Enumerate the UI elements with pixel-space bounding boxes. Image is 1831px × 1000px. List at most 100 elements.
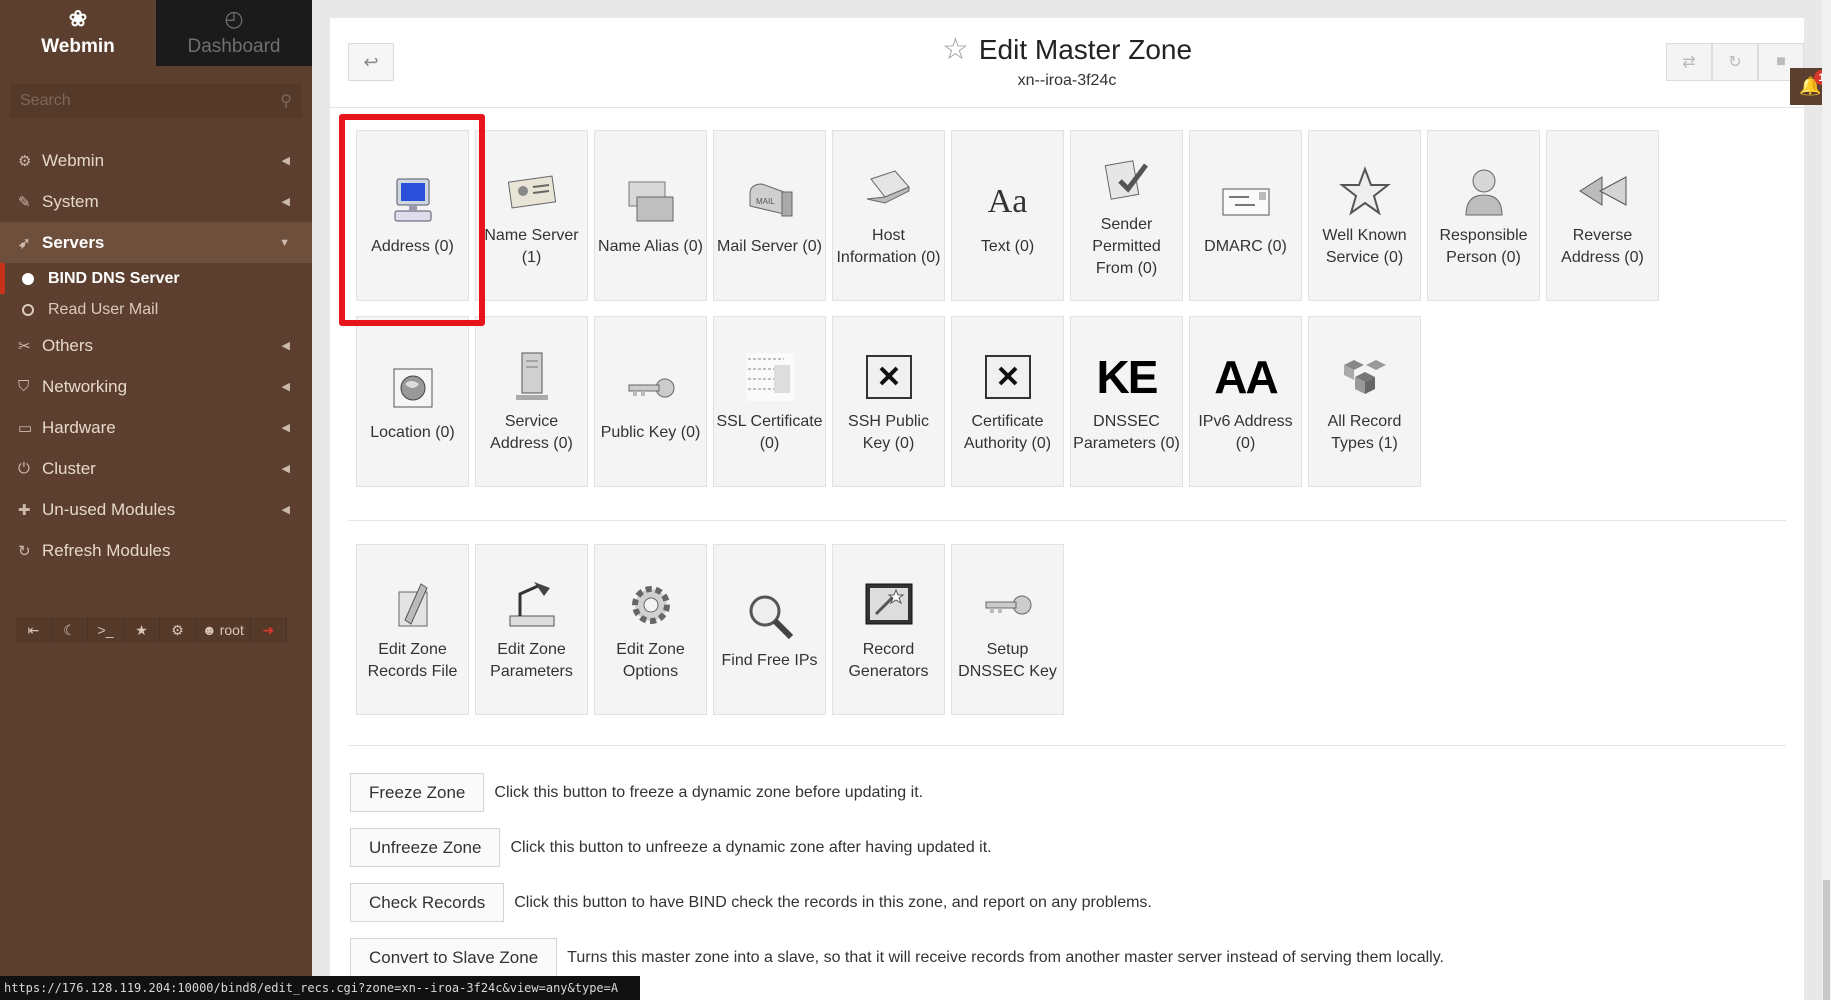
action-description: Click this button to freeze a dynamic zo… [494, 783, 924, 801]
sidebar-subitem-bind-dns[interactable]: BIND DNS Server [0, 263, 312, 294]
sidebar-item-label: Un-used Modules [42, 499, 176, 519]
sidebar-item-refresh-modules[interactable]: ↻ Refresh Modules [0, 530, 312, 571]
sidebar-item-cluster[interactable]: ⏻ Cluster ◀ [0, 448, 312, 489]
tile-ssl-certificate[interactable]: SSL Certificate (0) [713, 316, 826, 487]
webmin-logo-icon: ❀ [68, 6, 88, 31]
divider [348, 520, 1786, 521]
tile-label: DMARC (0) [1204, 237, 1287, 255]
tab-dashboard[interactable]: ◴ Dashboard [156, 0, 312, 66]
sidebar-item-label: Webmin [42, 150, 105, 170]
sidebar-item-webmin[interactable]: ⚙ Webmin ◀ [0, 140, 312, 181]
tile-service-address[interactable]: Service Address (0) [475, 316, 588, 487]
sidebar-item-system[interactable]: ✎ System ◀ [0, 181, 312, 222]
tile-well-known-service[interactable]: Well Known Service (0) [1308, 130, 1421, 301]
mailbox-icon: MAIL [744, 174, 796, 230]
favorites-star-icon[interactable]: ★ [124, 617, 160, 643]
tile-find-free-ips[interactable]: Find Free IPs [713, 544, 826, 715]
globe-icon [391, 360, 435, 416]
tile-setup-dnssec-key[interactable]: Setup DNSSEC Key [951, 544, 1064, 715]
search-icon: ⚲ [280, 93, 292, 110]
user-name: root [219, 622, 244, 638]
refresh-icon: ↻ [18, 542, 31, 560]
key-text-glyph: KE [1096, 350, 1159, 403]
aaaa-text-icon: AA [1214, 349, 1278, 405]
terminal-icon[interactable]: >_ [88, 617, 124, 643]
tile-label: All Record Types (1) [1327, 412, 1402, 452]
sidebar-item-servers[interactable]: ➶ Servers ▼ [0, 222, 312, 263]
key-icon [625, 360, 677, 416]
user-root-button[interactable]: ☻ root [196, 617, 251, 643]
tile-edit-zone-records-file[interactable]: Edit Zone Records File [356, 544, 469, 715]
action-description: Click this button to unfreeze a dynamic … [510, 838, 992, 856]
tile-host-information[interactable]: Host Information (0) [832, 130, 945, 301]
tile-label: Edit Zone Records File [367, 640, 458, 680]
tile-label: IPv6 Address (0) [1198, 412, 1293, 452]
page-scrollbar[interactable] [1822, 0, 1831, 1000]
tile-text[interactable]: Aa Text (0) [951, 130, 1064, 301]
tile-sender-permitted-from[interactable]: Sender Permitted From (0) [1070, 130, 1183, 301]
cog-icon [626, 577, 676, 633]
tile-label: Name Server (1) [484, 226, 579, 266]
address-tile-highlight [339, 114, 485, 326]
header-actions: ⇄ ↻ ■ [1666, 43, 1804, 81]
main-panel: ↩ ☆ Edit Master Zone xn--iroa-3f24c ⇄ ↻ … [330, 18, 1804, 1000]
shield-icon: ⛉ [18, 378, 30, 395]
tile-ipv6-address[interactable]: AA IPv6 Address (0) [1189, 316, 1302, 487]
tile-all-record-types[interactable]: All Record Types (1) [1308, 316, 1421, 487]
tile-record-generators[interactable]: Record Generators [832, 544, 945, 715]
aaaa-text-glyph: AA [1214, 350, 1278, 403]
reload-icon[interactable]: ↻ [1712, 43, 1758, 81]
tile-label: Service Address (0) [490, 412, 573, 452]
caret-down-icon: ▼ [279, 236, 290, 249]
tile-label: Certificate Authority (0) [963, 412, 1052, 452]
tile-reverse-address[interactable]: Reverse Address (0) [1546, 130, 1659, 301]
tile-public-key[interactable]: Public Key (0) [594, 316, 707, 487]
tile-name-server[interactable]: Name Server (1) [475, 130, 588, 301]
tile-responsible-person[interactable]: Responsible Person (0) [1427, 130, 1540, 301]
moon-icon[interactable]: ☾ [52, 617, 88, 643]
convert-to-slave-button[interactable]: Convert to Slave Zone [350, 938, 558, 977]
settings-gears-icon[interactable]: ⚙ [160, 617, 196, 643]
tile-dnssec-parameters[interactable]: KE DNSSEC Parameters (0) [1070, 316, 1183, 487]
tile-dmarc[interactable]: DMARC (0) [1189, 130, 1302, 301]
tile-certificate-authority[interactable]: Certificate Authority (0) [951, 316, 1064, 487]
unfreeze-zone-button[interactable]: Unfreeze Zone [350, 828, 501, 867]
logout-icon[interactable]: ➜ [250, 617, 287, 643]
tile-label: SSH Public Key (0) [848, 412, 929, 452]
sidebar-item-hardware[interactable]: ▭ Hardware ◀ [0, 407, 312, 448]
favorite-star-icon[interactable]: ☆ [942, 32, 969, 67]
collapse-icon[interactable]: ⇤ [16, 617, 52, 643]
image-not-found-icon [984, 349, 1032, 405]
tile-label: Setup DNSSEC Key [958, 640, 1057, 680]
caret-left-icon: ◀ [281, 422, 290, 434]
tile-name-alias[interactable]: Name Alias (0) [594, 130, 707, 301]
sync-icon[interactable]: ⇄ [1666, 43, 1712, 81]
divider [348, 745, 1786, 746]
magic-wand-icon [864, 577, 914, 633]
sidebar-item-unused-modules[interactable]: ✚ Un-used Modules ◀ [0, 489, 312, 530]
check-records-button[interactable]: Check Records [350, 883, 505, 922]
sidebar-subitem-read-user-mail[interactable]: Read User Mail [0, 294, 312, 325]
tab-webmin[interactable]: ❀ Webmin [0, 0, 156, 66]
page-subtitle: xn--iroa-3f24c [1017, 72, 1117, 89]
server-tower-icon [512, 349, 552, 405]
action-row: Check Records Click this button to have … [350, 883, 1444, 922]
sidebar-item-others[interactable]: ✂ Others ◀ [0, 325, 312, 366]
freeze-zone-button[interactable]: Freeze Zone [350, 773, 485, 812]
checklist-icon [1102, 152, 1152, 208]
sidebar-item-label: Cluster [42, 458, 96, 478]
tile-edit-zone-options[interactable]: Edit Zone Options [594, 544, 707, 715]
id-card-icon [507, 163, 557, 219]
search-input[interactable]: Search ⚲ [10, 84, 302, 118]
sidebar-item-networking[interactable]: ⛉ Networking ◀ [0, 366, 312, 407]
scrollbar-thumb[interactable] [1823, 880, 1830, 1000]
tab-webmin-label: Webmin [41, 36, 115, 57]
page-title: Edit Master Zone [978, 33, 1193, 65]
tile-ssh-public-key[interactable]: SSH Public Key (0) [832, 316, 945, 487]
tile-edit-zone-parameters[interactable]: Edit Zone Parameters [475, 544, 588, 715]
tile-location[interactable]: Location (0) [356, 316, 469, 487]
action-row: Convert to Slave Zone Turns this master … [350, 938, 1444, 977]
tile-label: Record Generators [848, 640, 929, 680]
image-not-found-icon [865, 349, 913, 405]
tile-mail-server[interactable]: MAIL Mail Server (0) [713, 130, 826, 301]
